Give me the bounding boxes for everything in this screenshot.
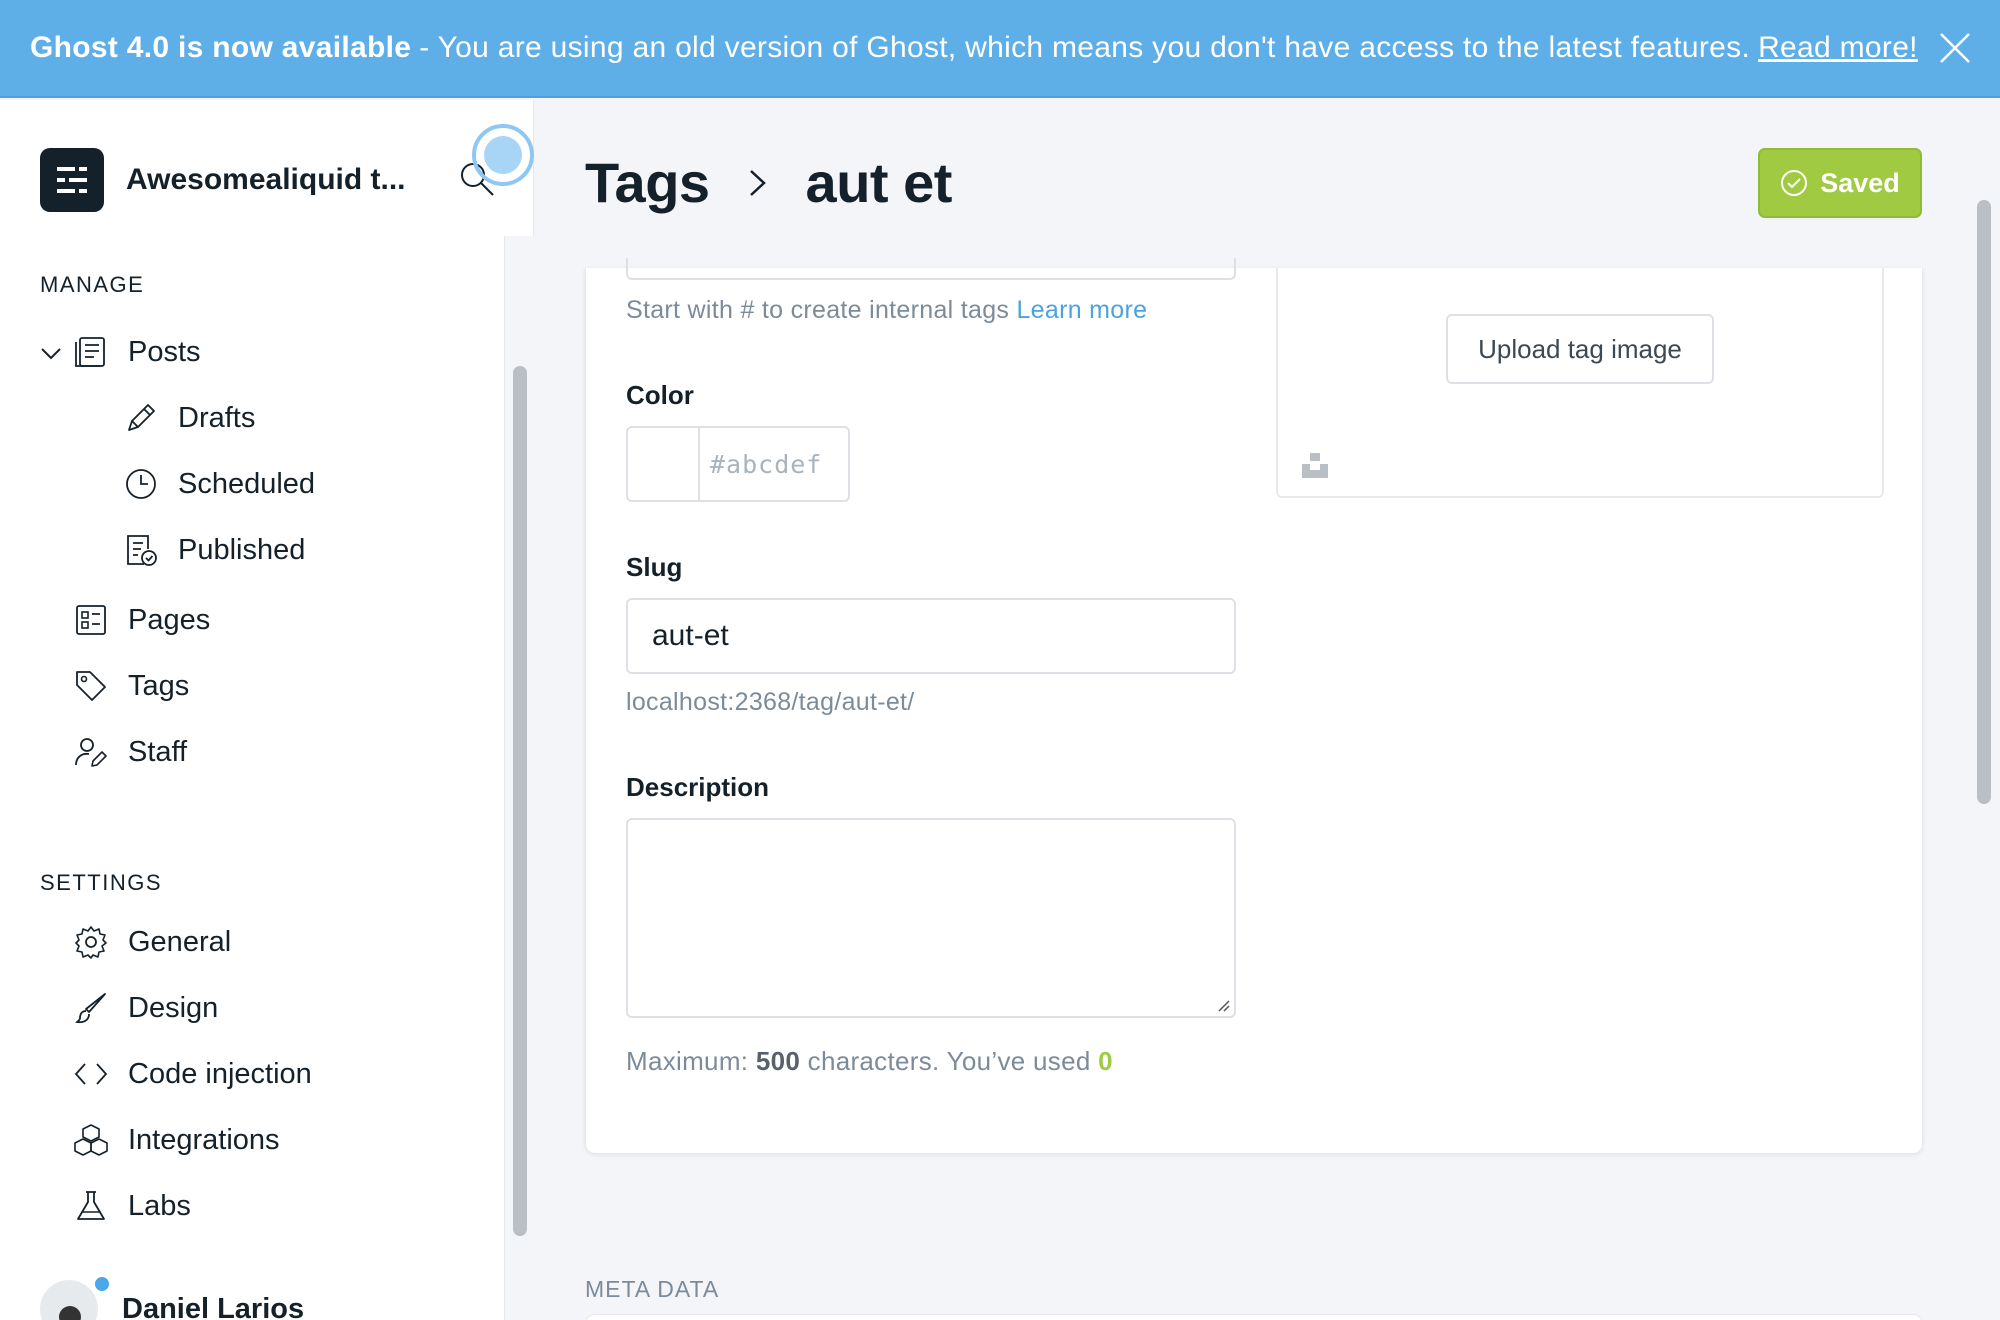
slug-input[interactable]: aut-et <box>626 598 1236 674</box>
clock-icon <box>126 469 156 499</box>
counter-mid: characters. You’ve used <box>807 1046 1091 1076</box>
save-button-label: Saved <box>1820 167 1900 198</box>
avatar <box>40 1280 98 1320</box>
sidebar-item-general[interactable]: General <box>74 916 231 968</box>
sidebar-item-label: Posts <box>128 335 201 368</box>
tag-icon <box>76 671 106 701</box>
sidebar-item-design[interactable]: Design <box>74 982 218 1034</box>
resize-grip-icon[interactable] <box>1216 998 1230 1012</box>
character-counter: Maximum: 500 characters. You’ve used 0 <box>626 1046 1113 1077</box>
slug-url: localhost:2368/tag/aut-et/ <box>626 688 915 716</box>
description-label: Description <box>626 772 770 802</box>
counter-max: 500 <box>755 1046 801 1076</box>
posts-icon <box>75 337 105 367</box>
name-help-text: Start with # to create internal tags <box>626 296 1010 324</box>
breadcrumb: Tags aut et <box>585 150 952 215</box>
banner-message: You are using an old version of Ghost, w… <box>437 31 1751 64</box>
sidebar-item-label: Published <box>178 533 306 566</box>
page-title: aut et <box>805 151 953 214</box>
sidebar-item-label: General <box>128 925 232 958</box>
sidebar-item-label: Drafts <box>178 401 256 434</box>
check-circle-icon <box>1781 170 1808 196</box>
pages-icon <box>76 605 106 635</box>
pencil-icon <box>128 404 155 431</box>
sidebar-item-label: Scheduled <box>178 467 316 500</box>
sidebar-item-label: Code injection <box>128 1057 312 1090</box>
sidebar-scrollbar[interactable] <box>504 236 534 1320</box>
unsplash-icon[interactable] <box>1300 450 1330 480</box>
tag-image-dropzone[interactable]: Upload tag image <box>1276 268 1884 498</box>
color-swatch[interactable] <box>628 428 700 500</box>
color-field[interactable]: #abcdef <box>626 426 850 502</box>
description-textarea[interactable] <box>626 818 1236 1018</box>
sidebar-item-label: Labs <box>128 1189 191 1222</box>
sidebar-item-posts[interactable]: Posts <box>74 326 201 378</box>
status-dot <box>92 1274 112 1294</box>
upload-tag-image-button[interactable]: Upload tag image <box>1446 314 1714 384</box>
sidebar-scrollbar-thumb[interactable] <box>513 366 527 1236</box>
breadcrumb-tags-link[interactable]: Tags <box>585 150 710 215</box>
banner-headline: Ghost 4.0 is now available <box>30 31 412 64</box>
user-name: Daniel Larios <box>122 1292 305 1320</box>
color-label: Color <box>626 380 694 410</box>
sidebar-item-label: Tags <box>128 669 190 702</box>
name-help: Start with # to create internal tags Lea… <box>626 296 1147 325</box>
sidebar-nav: MANAGE Posts Drafts Scheduled Published … <box>0 236 504 1320</box>
name-input[interactable] <box>626 258 1236 280</box>
brush-icon <box>75 993 106 1024</box>
sidebar-item-label: Integrations <box>128 1123 280 1156</box>
chevron-down-icon[interactable] <box>40 342 62 364</box>
sidebar-item-scheduled[interactable]: Scheduled <box>124 458 315 510</box>
sidebar-item-integrations[interactable]: Integrations <box>74 1114 280 1166</box>
integrations-icon <box>74 1124 108 1156</box>
slug-label: Slug <box>626 552 683 582</box>
sidebar-item-staff[interactable]: Staff <box>74 726 187 778</box>
close-icon[interactable] <box>1938 31 1972 65</box>
save-button[interactable]: Saved <box>1758 148 1922 218</box>
banner-read-more-link[interactable]: Read more! <box>1758 31 1918 65</box>
user-menu[interactable]: Daniel Larios <box>40 1274 305 1320</box>
color-hex-input[interactable]: #abcdef <box>700 428 848 500</box>
main-scrollbar-thumb[interactable] <box>1977 200 1991 804</box>
main-scrollbar[interactable] <box>1965 100 2000 1320</box>
sidebar-item-label: Design <box>128 991 219 1024</box>
update-banner: Ghost 4.0 is now available - You are usi… <box>0 0 2000 98</box>
staff-icon <box>75 738 107 767</box>
learn-more-link[interactable]: Learn more <box>1016 296 1147 324</box>
published-icon <box>127 535 157 566</box>
sidebar-item-label: Pages <box>128 603 211 636</box>
focus-indicator <box>472 124 534 186</box>
sidebar-item-tags[interactable]: Tags <box>74 660 189 712</box>
sidebar-item-pages[interactable]: Pages <box>74 594 210 646</box>
site-header[interactable]: Awesomealiquid t... <box>40 148 426 212</box>
code-icon <box>74 1063 108 1085</box>
chevron-right-icon <box>749 169 766 196</box>
site-title: Awesomealiquid t... <box>126 163 406 196</box>
sidebar-item-labs[interactable]: Labs <box>74 1180 191 1232</box>
counter-prefix: Maximum: <box>626 1046 749 1076</box>
site-logo-icon <box>57 167 87 193</box>
sidebar-item-label: Staff <box>128 735 188 768</box>
sidebar-item-drafts[interactable]: Drafts <box>124 392 255 444</box>
sidebar-item-published[interactable]: Published <box>124 524 305 576</box>
main-content: Tags aut et Saved Start with # to create… <box>535 100 1965 1320</box>
counter-used: 0 <box>1098 1046 1113 1076</box>
gear-icon <box>75 926 107 959</box>
tag-settings-card: Start with # to create internal tags Lea… <box>585 258 1923 1154</box>
meta-data-label: META DATA <box>585 1276 720 1302</box>
sidebar: Awesomealiquid t... MANAGE Posts Drafts … <box>0 100 534 1320</box>
site-logo <box>40 148 104 212</box>
manage-section-label: MANAGE <box>40 272 145 297</box>
meta-data-card <box>585 1314 1923 1320</box>
settings-section-label: SETTINGS <box>40 870 163 895</box>
banner-separator: - <box>419 31 430 64</box>
sidebar-item-code-injection[interactable]: Code injection <box>74 1048 312 1100</box>
flask-icon <box>77 1191 105 1220</box>
